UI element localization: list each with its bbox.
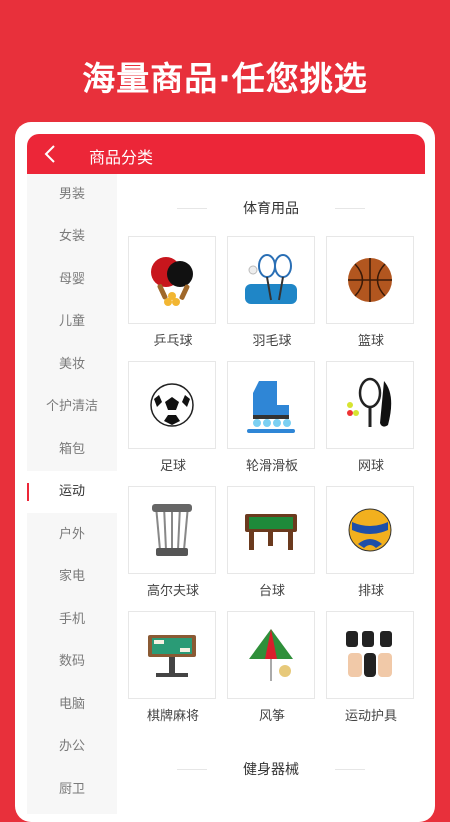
product-tile[interactable]: 羽毛球	[227, 236, 317, 349]
sidebar-item-label: 美妆	[58, 357, 85, 372]
section-title: 健身器械	[117, 759, 425, 779]
volleyball-icon	[326, 486, 414, 574]
promo-banner-text: 海量商品·任您挑选	[82, 59, 368, 98]
soccer-ball-icon	[128, 361, 216, 449]
divider	[335, 769, 365, 770]
product-tile[interactable]: 棋牌麻将	[128, 611, 218, 724]
sidebar-item-label: 家电	[58, 569, 85, 584]
sidebar-item-label: 运动	[58, 484, 85, 499]
sidebar-item-beauty[interactable]: 美妆	[27, 344, 117, 386]
product-tile[interactable]: 高尔夫球	[128, 486, 218, 599]
section-title-text: 健身器械	[243, 762, 299, 778]
ping-pong-icon	[128, 236, 216, 324]
tennis-icon	[326, 361, 414, 449]
sidebar-item-label: 户外	[58, 527, 85, 542]
category-sidebar: 男装 女装 母婴 儿童 美妆 个护清洁 箱包 运动 户外 家电 手机 数码 电脑…	[27, 174, 117, 814]
mahjong-table-icon	[128, 611, 216, 699]
sidebar-item-label: 男装	[58, 187, 85, 202]
sidebar-item-computers[interactable]: 电脑	[27, 684, 117, 726]
divider	[177, 208, 207, 209]
category-content: 体育用品 乒乓球 羽毛球 篮球 足球 轮滑滑板 网球 高尔夫球 台球 排球 棋牌…	[117, 174, 425, 814]
sidebar-item-appliances[interactable]: 家电	[27, 556, 117, 598]
product-tile[interactable]: 风筝	[227, 611, 317, 724]
active-indicator	[27, 483, 29, 501]
billiard-table-icon	[227, 486, 315, 574]
product-tile[interactable]: 乒乓球	[128, 236, 218, 349]
basketball-icon	[326, 236, 414, 324]
sidebar-item-bags[interactable]: 箱包	[27, 429, 117, 471]
header-bar: 商品分类	[27, 134, 425, 174]
sidebar-item-label: 箱包	[58, 442, 85, 457]
product-label: 足球	[159, 459, 186, 474]
product-label: 篮球	[357, 334, 384, 349]
sidebar-item-kitchen-bath[interactable]: 厨卫	[27, 769, 117, 811]
product-label: 运动护具	[344, 709, 397, 724]
product-label: 高尔夫球	[146, 584, 199, 599]
sidebar-item-label: 手机	[58, 612, 85, 627]
divider	[335, 208, 365, 209]
golf-clubs-icon	[128, 486, 216, 574]
page-title: 商品分类	[89, 148, 154, 167]
product-tile[interactable]: 排球	[326, 486, 416, 599]
sidebar-item-label: 母婴	[58, 272, 85, 287]
sidebar-item-office[interactable]: 办公	[27, 726, 117, 768]
category-screen: 商品分类 男装 女装 母婴 儿童 美妆 个护清洁 箱包 运动 户外 家电 手机 …	[27, 134, 425, 814]
protective-gear-icon	[326, 611, 414, 699]
sidebar-item-label: 儿童	[58, 314, 85, 329]
divider	[177, 769, 207, 770]
sidebar-item-label: 办公	[58, 739, 85, 754]
sidebar-item-label: 厨卫	[58, 782, 85, 797]
sidebar-item-label: 电脑	[58, 697, 85, 712]
sidebar-item-personal-care[interactable]: 个护清洁	[27, 386, 117, 428]
sidebar-item-digital[interactable]: 数码	[27, 641, 117, 683]
product-tile[interactable]: 轮滑滑板	[227, 361, 317, 474]
badminton-icon	[227, 236, 315, 324]
roller-skate-icon	[227, 361, 315, 449]
product-tile[interactable]: 篮球	[326, 236, 416, 349]
section-title-text: 体育用品	[243, 201, 299, 217]
sidebar-item-outdoor[interactable]: 户外	[27, 514, 117, 556]
sidebar-item-kids[interactable]: 儿童	[27, 301, 117, 343]
product-label: 网球	[357, 459, 384, 474]
product-label: 乒乓球	[153, 334, 193, 349]
sidebar-item-label: 个护清洁	[45, 399, 98, 414]
sidebar-item-sports[interactable]: 运动	[27, 471, 117, 513]
sidebar-item-label: 数码	[58, 654, 85, 669]
sidebar-item-womenswear[interactable]: 女装	[27, 216, 117, 258]
sidebar-item-label: 女装	[58, 229, 85, 244]
product-tile[interactable]: 运动护具	[326, 611, 416, 724]
product-label: 棋牌麻将	[146, 709, 199, 724]
product-label: 风筝	[258, 709, 285, 724]
product-tile[interactable]: 足球	[128, 361, 218, 474]
product-tile[interactable]: 网球	[326, 361, 416, 474]
product-label: 羽毛球	[252, 334, 292, 349]
sidebar-item-menswear[interactable]: 男装	[27, 174, 117, 216]
product-label: 轮滑滑板	[245, 459, 298, 474]
product-label: 排球	[357, 584, 384, 599]
product-label: 台球	[258, 584, 285, 599]
sidebar-item-phones[interactable]: 手机	[27, 599, 117, 641]
back-arrow-icon[interactable]	[41, 144, 61, 164]
sidebar-item-maternity[interactable]: 母婴	[27, 259, 117, 301]
product-tile[interactable]: 台球	[227, 486, 317, 599]
kite-icon	[227, 611, 315, 699]
section-title: 体育用品	[117, 198, 425, 218]
